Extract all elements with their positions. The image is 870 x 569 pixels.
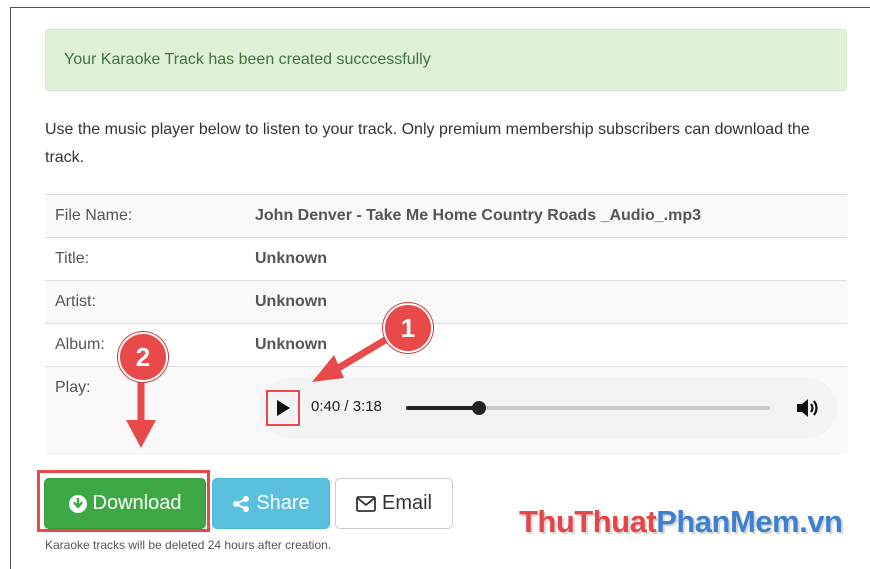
play-button[interactable] — [266, 390, 300, 426]
description-text: Use the music player below to listen to … — [45, 121, 810, 166]
success-alert-text: Your Karaoke Track has been created succ… — [64, 51, 431, 68]
table-row: Artist: Unknown — [45, 280, 847, 324]
share-button-label: Share — [256, 492, 310, 514]
play-icon — [277, 400, 290, 416]
deletion-note: Karaoke tracks will be deleted 24 hours … — [45, 538, 332, 552]
callout-badge-1: 1 — [383, 303, 433, 353]
artist-label: Artist: — [45, 280, 245, 324]
title-value: Unknown — [245, 237, 847, 281]
watermark-part2: PhanMem.vn — [656, 504, 843, 539]
share-icon — [233, 495, 250, 512]
file-name-value: John Denver - Take Me Home Country Roads… — [245, 194, 847, 238]
email-button[interactable]: Email — [335, 478, 453, 529]
share-button[interactable]: Share — [212, 478, 330, 529]
table-row: File Name: John Denver - Take Me Home Co… — [45, 194, 847, 238]
email-button-label: Email — [381, 492, 432, 514]
watermark-logo: ThuThuatPhanMem.vn — [519, 504, 843, 540]
seek-bar[interactable] — [406, 401, 770, 415]
artist-value: Unknown — [245, 280, 847, 324]
seek-bar-progress — [406, 406, 479, 410]
envelope-icon — [356, 495, 376, 512]
volume-button[interactable] — [795, 396, 821, 420]
title-label: Title: — [45, 237, 245, 281]
download-button[interactable]: Download — [44, 478, 206, 529]
file-name-label: File Name: — [45, 194, 245, 238]
seek-bar-handle[interactable] — [471, 401, 486, 415]
download-button-label: Download — [92, 492, 182, 514]
table-row: Title: Unknown — [45, 237, 847, 281]
volume-icon — [797, 399, 818, 417]
watermark-part1: ThuThuat — [519, 504, 657, 539]
player-time: 0:40 / 3:18 — [311, 398, 382, 415]
album-value: Unknown — [245, 323, 847, 367]
callout-badge-2: 2 — [118, 332, 168, 382]
download-circle-icon — [68, 494, 87, 513]
success-alert: Your Karaoke Track has been created succ… — [45, 29, 847, 91]
